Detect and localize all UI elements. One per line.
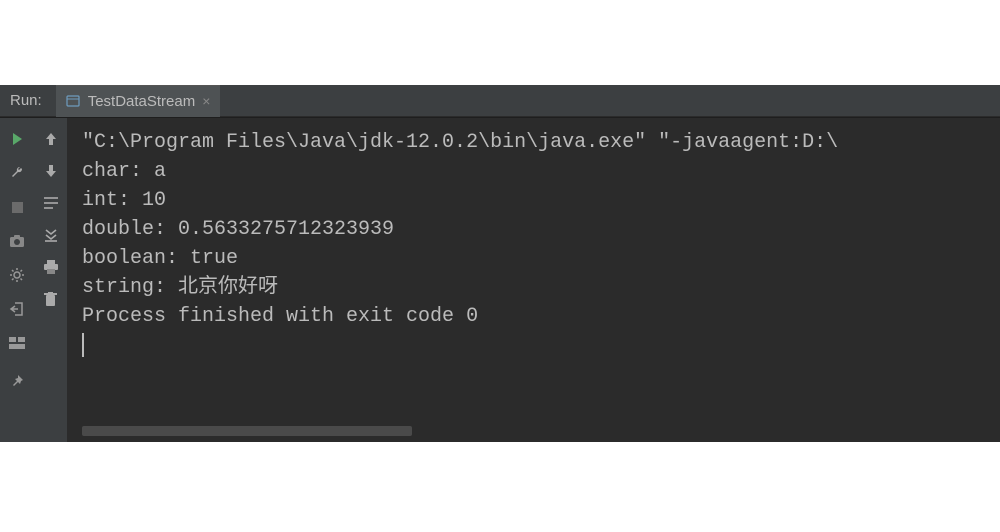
soft-wrap-icon[interactable]: [40, 192, 62, 214]
run-tab[interactable]: TestDataStream ×: [56, 85, 221, 117]
gear-icon[interactable]: [6, 264, 28, 286]
stop-icon[interactable]: [6, 196, 28, 218]
java-run-config-icon: [66, 94, 82, 108]
wrench-icon[interactable]: [6, 162, 28, 184]
text-cursor: [82, 333, 986, 357]
camera-icon[interactable]: [6, 230, 28, 252]
console-line: Process finished with exit code 0: [82, 302, 986, 331]
scroll-to-end-icon[interactable]: [40, 224, 62, 246]
print-icon[interactable]: [40, 256, 62, 278]
console-line: double: 0.5633275712323939: [82, 215, 986, 244]
up-arrow-icon[interactable]: [40, 128, 62, 150]
run-gutter-right: [34, 118, 68, 442]
down-arrow-icon[interactable]: [40, 160, 62, 182]
console-line: string: 北京你好呀: [82, 273, 986, 302]
horizontal-scrollbar-thumb[interactable]: [82, 426, 412, 436]
run-panel-label: Run:: [10, 92, 42, 109]
run-gutter-left: [0, 118, 34, 442]
whitespace-top: [0, 0, 1000, 85]
pin-icon[interactable]: [6, 370, 28, 392]
layout-icon[interactable]: [6, 332, 28, 354]
run-tab-bar: Run: TestDataStream ×: [0, 85, 1000, 117]
exit-icon[interactable]: [6, 298, 28, 320]
console-line: boolean: true: [82, 244, 986, 273]
console-line: "C:\Program Files\Java\jdk-12.0.2\bin\ja…: [82, 128, 986, 157]
run-tool-window: "C:\Program Files\Java\jdk-12.0.2\bin\ja…: [0, 117, 1000, 442]
close-icon[interactable]: ×: [202, 93, 210, 109]
console-line: char: a: [82, 157, 986, 186]
tab-label: TestDataStream: [88, 93, 196, 110]
trash-icon[interactable]: [40, 288, 62, 310]
whitespace-bottom: [0, 442, 1000, 532]
console-output[interactable]: "C:\Program Files\Java\jdk-12.0.2\bin\ja…: [68, 118, 1000, 442]
console-line: int: 10: [82, 186, 986, 215]
run-icon[interactable]: [6, 128, 28, 150]
